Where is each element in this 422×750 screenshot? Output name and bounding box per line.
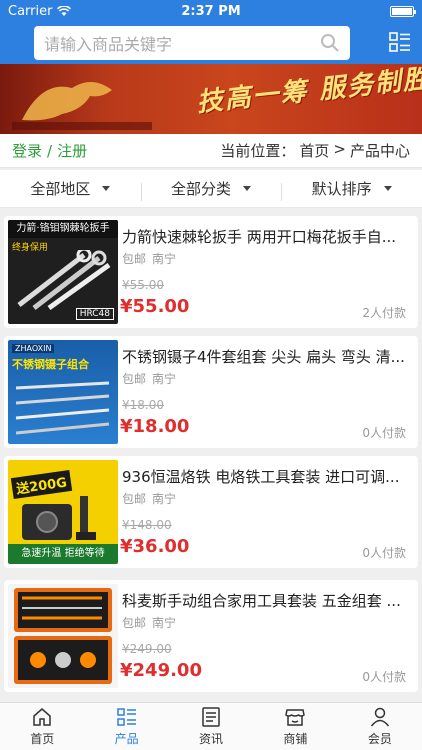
banner-horse-icon [12, 81, 152, 130]
original-price: ¥55.00 [122, 278, 164, 292]
clock: 2:37 PM [181, 3, 241, 19]
filter-sort-label: 默认排序 [311, 180, 372, 198]
battery-icon [390, 5, 416, 17]
filter-category-label: 全部分类 [171, 180, 232, 198]
product-meta: 包邮 南宁 [122, 614, 176, 631]
product-title[interactable]: 科麦斯手动组合家用工具套装 五金组套 ... [122, 590, 408, 611]
shipping-label: 包邮 [122, 372, 147, 386]
user-icon [370, 707, 389, 727]
tab-news[interactable]: 资讯 [169, 703, 253, 750]
search-placeholder: 请输入商品关键字 [44, 35, 173, 54]
menu-button[interactable] [388, 31, 412, 55]
tab-store-label: 商铺 [283, 732, 308, 746]
caret-down-icon [102, 186, 111, 191]
thumb-footer: 急速升温 拒绝等待 [8, 544, 118, 564]
breadcrumb: 当前位置： 首页 > 产品中心 [220, 140, 410, 161]
filter-bar: 全部地区 全部分类 默认排序 [0, 170, 422, 208]
sale-price: ¥249.00 [120, 660, 202, 681]
breadcrumb-label: 当前位置： [220, 142, 296, 160]
product-meta: 包邮 南宁 [122, 490, 176, 507]
tab-products[interactable]: 产品 [84, 703, 168, 750]
wifi-icon [57, 5, 72, 16]
tab-home-label: 首页 [30, 732, 55, 746]
breadcrumb-current: 产品中心 [349, 142, 410, 160]
caret-down-icon [243, 186, 252, 191]
login-link[interactable]: 登录 [12, 140, 42, 161]
wrench-set-icon [17, 250, 111, 310]
carrier-label: Carrier [8, 3, 53, 19]
product-list-icon [116, 708, 136, 726]
thumb-caption: 送200G [10, 470, 72, 499]
tab-products-label: 产品 [114, 732, 139, 746]
status-bar: Carrier 2:37 PM [0, 0, 422, 22]
product-image[interactable]: 力箭·铬钼钢棘轮扳手 终身保用 HRC48 [8, 220, 118, 324]
city-label: 南宁 [152, 252, 177, 266]
thumb-caption: 力箭·铬钼钢棘轮扳手 [8, 220, 118, 238]
news-icon [202, 707, 220, 727]
city-label: 南宁 [152, 492, 177, 506]
product-title[interactable]: 力箭快速棘轮扳手 两用开口梅花扳手自... [122, 226, 408, 247]
city-label: 南宁 [152, 616, 177, 630]
tab-store[interactable]: 商铺 [253, 703, 337, 750]
home-icon [33, 708, 51, 726]
sold-count: 0人付款 [362, 426, 406, 440]
thumb-brand: ZHAOXIN [12, 344, 55, 353]
search-icon[interactable] [320, 33, 340, 53]
promo-banner[interactable]: 技高一筹 服务制胜 [0, 64, 422, 134]
product-card[interactable]: 送200G 急速升温 拒绝等待 936恒温烙铁 电烙铁工具套装 进口可调... … [4, 456, 418, 568]
product-image[interactable]: ZHAOXIN 不锈钢镊子组合 [8, 340, 118, 444]
tweezers-icon [15, 381, 110, 435]
product-meta: 包邮 南宁 [122, 370, 176, 387]
original-price: ¥18.00 [122, 398, 164, 412]
banner-slogan: 技高一筹 服务制胜 [195, 64, 422, 119]
sold-count: 2人付款 [362, 306, 406, 320]
original-price: ¥148.00 [122, 518, 172, 532]
header: 请输入商品关键字 [0, 22, 422, 64]
search-input[interactable]: 请输入商品关键字 [34, 26, 350, 60]
product-title[interactable]: 不锈钢镊子4件套组套 尖头 扁头 弯头 清... [122, 346, 408, 367]
product-image[interactable] [8, 584, 118, 688]
login-separator: / [47, 141, 53, 160]
filter-region-label: 全部地区 [30, 180, 91, 198]
filter-region[interactable]: 全部地区 [0, 178, 141, 199]
soldering-station-icon [22, 496, 96, 540]
sale-price: ¥36.00 [120, 536, 190, 557]
sale-price: ¥55.00 [120, 296, 190, 317]
filter-sort[interactable]: 默认排序 [281, 178, 422, 201]
tab-home[interactable]: 首页 [0, 703, 84, 750]
product-card[interactable]: 科麦斯手动组合家用工具套装 五金组套 ... 包邮 南宁 ¥249.00 ¥24… [4, 580, 418, 692]
register-link[interactable]: 注册 [57, 140, 87, 161]
toolbox-icon [14, 588, 112, 684]
product-card[interactable]: ZHAOXIN 不锈钢镊子组合 不锈钢镊子4件套组套 尖头 扁头 弯头 清...… [4, 336, 418, 448]
product-meta: 包邮 南宁 [122, 250, 176, 267]
sold-count: 0人付款 [362, 546, 406, 560]
product-image[interactable]: 送200G 急速升温 拒绝等待 [8, 460, 118, 564]
thumb-caption: 不锈钢镊子组合 [12, 358, 89, 371]
shipping-label: 包邮 [122, 616, 147, 630]
breadcrumb-arrow: > [333, 140, 346, 158]
product-list[interactable]: 力箭·铬钼钢棘轮扳手 终身保用 HRC48 力箭快速棘轮扳手 两用开口梅花扳手自… [0, 212, 422, 702]
filter-category[interactable]: 全部分类 [140, 178, 282, 201]
sold-count: 0人付款 [362, 670, 406, 684]
sale-price: ¥18.00 [120, 416, 190, 437]
product-title[interactable]: 936恒温烙铁 电烙铁工具套装 进口可调... [122, 466, 408, 487]
tab-news-label: 资讯 [199, 732, 224, 746]
city-label: 南宁 [152, 372, 177, 386]
location-bar: 登录 / 注册 当前位置： 首页 > 产品中心 [0, 134, 422, 168]
bottom-tab-bar: 首页 产品 资讯 商铺 会员 [0, 702, 422, 750]
grid-list-icon [389, 32, 410, 52]
store-icon [285, 709, 306, 726]
thumb-hrc-badge: HRC48 [75, 308, 114, 320]
breadcrumb-home[interactable]: 首页 [299, 140, 329, 161]
caret-down-icon [383, 186, 392, 191]
product-card[interactable]: 力箭·铬钼钢棘轮扳手 终身保用 HRC48 力箭快速棘轮扳手 两用开口梅花扳手自… [4, 216, 418, 328]
tab-member[interactable]: 会员 [338, 703, 422, 750]
original-price: ¥249.00 [122, 642, 172, 656]
shipping-label: 包邮 [122, 252, 147, 266]
tab-member-label: 会员 [367, 732, 392, 746]
shipping-label: 包邮 [122, 492, 147, 506]
